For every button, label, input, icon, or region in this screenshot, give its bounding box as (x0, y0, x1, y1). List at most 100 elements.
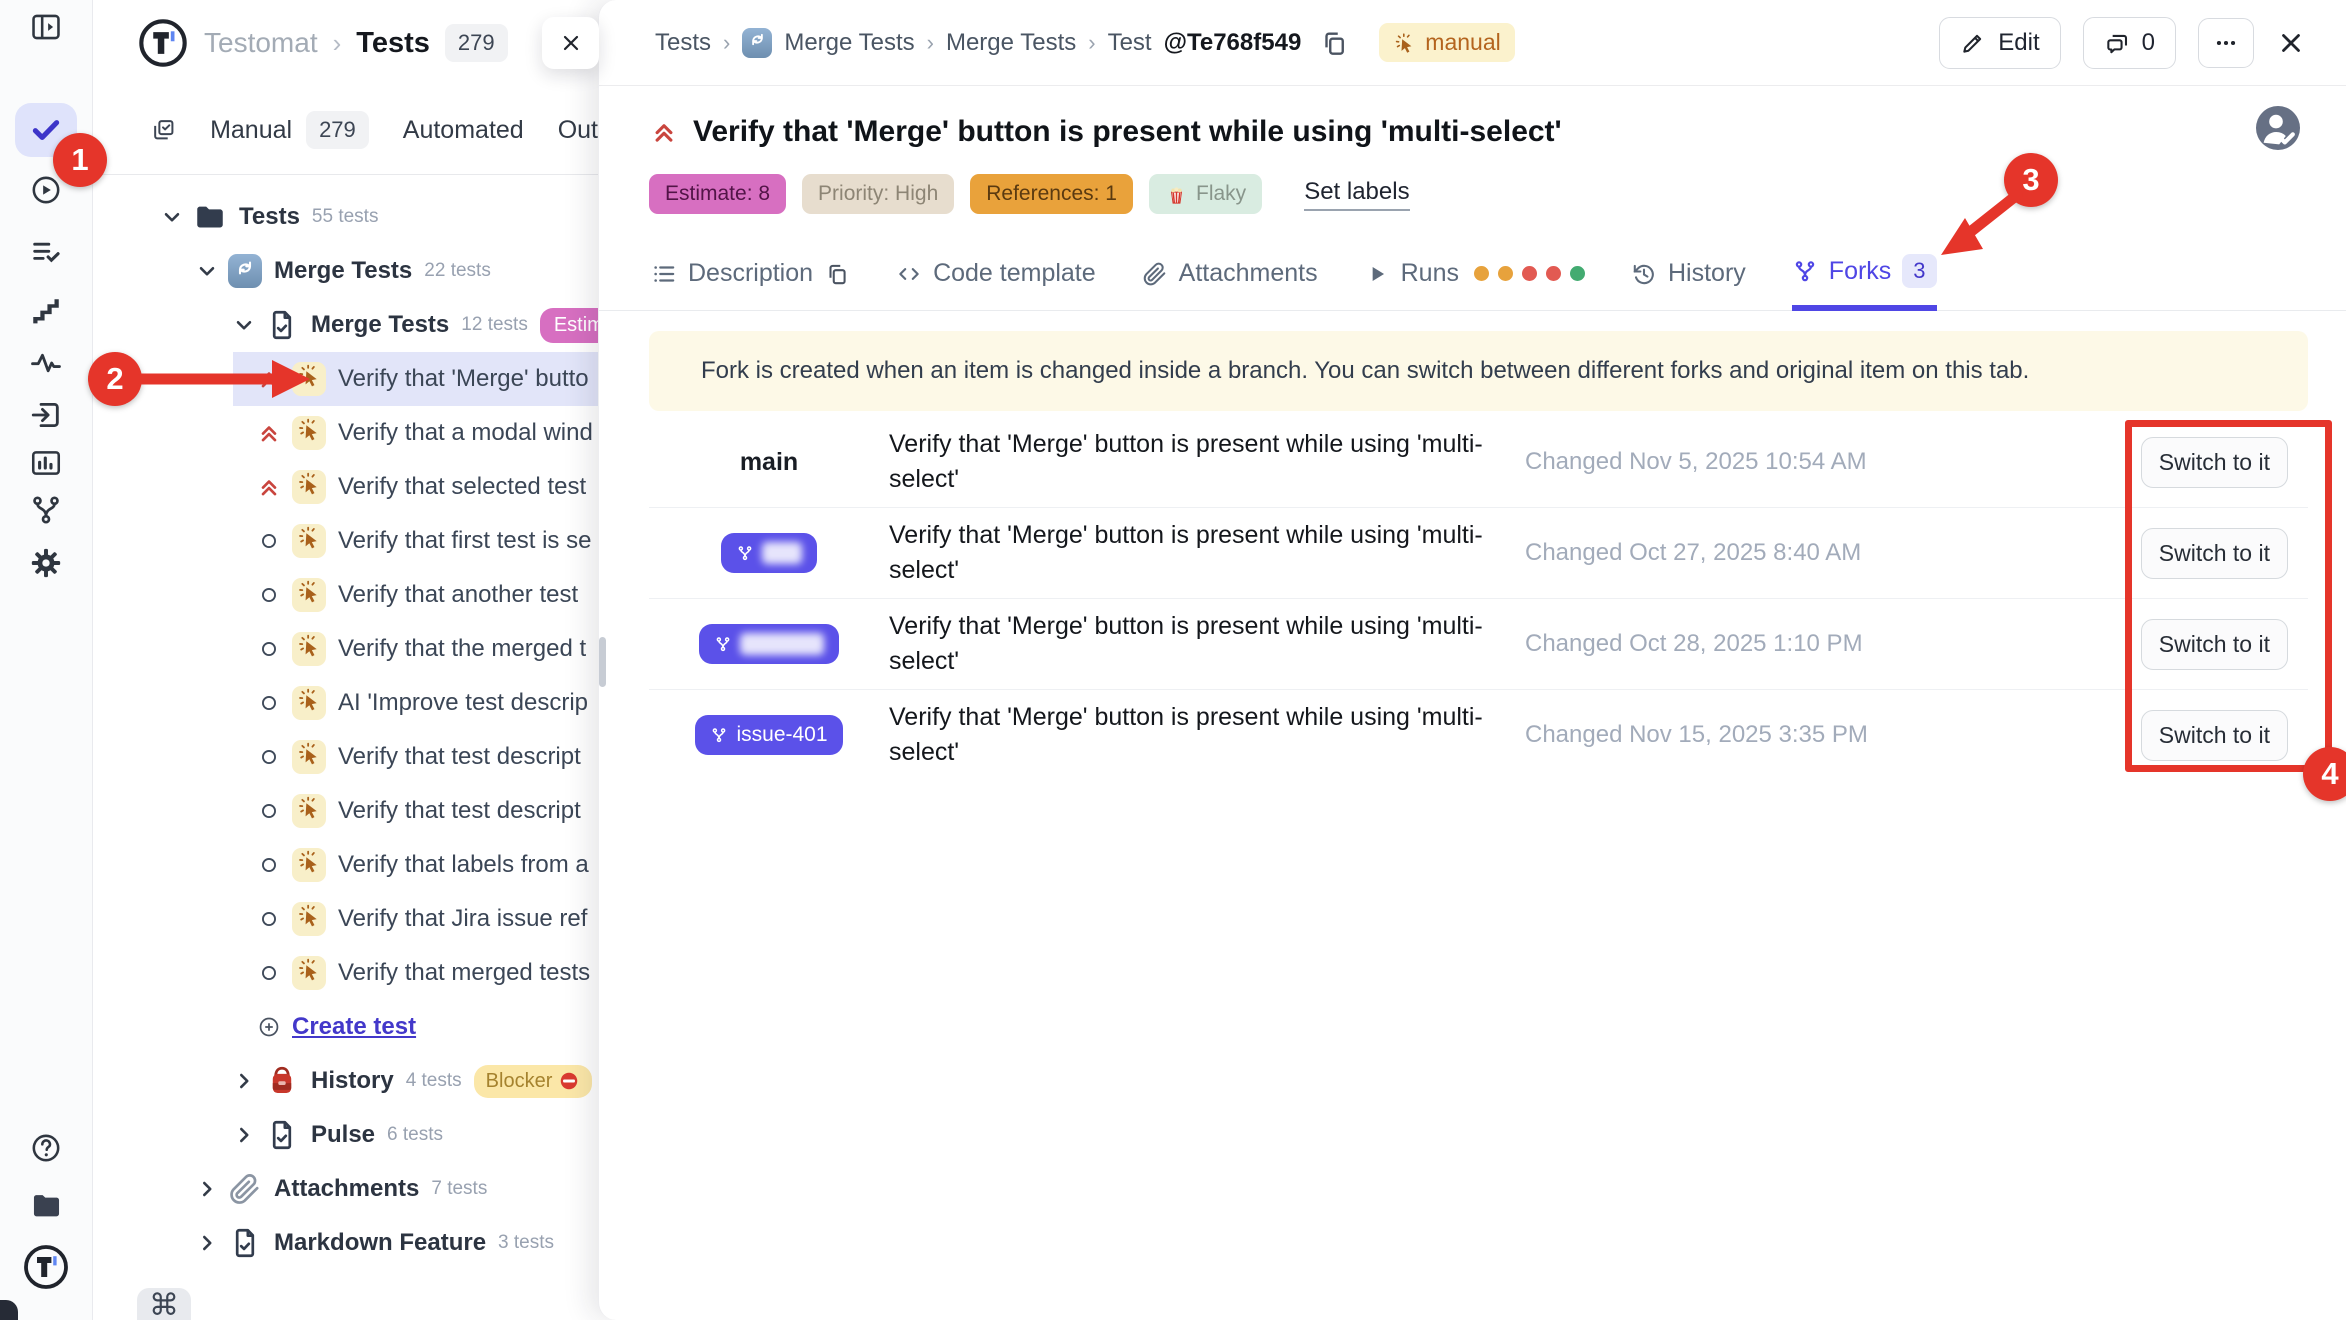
labels-row: Estimate: 8 Priority: High References: 1… (649, 174, 2346, 214)
sidebar-toggle-icon[interactable] (29, 10, 63, 44)
breadcrumb-suite[interactable]: Merge Tests (784, 29, 914, 57)
redacted-branch-name (740, 633, 824, 655)
tree-item-pulse[interactable]: Pulse 6 tests (93, 1108, 598, 1162)
command-shortcut-button[interactable]: ⌘ (137, 1288, 191, 1320)
comments-button[interactable]: 0 (2083, 17, 2176, 69)
annotation-rectangle-4 (2125, 420, 2332, 772)
manual-test-icon (292, 416, 326, 450)
icon-rail (0, 0, 93, 1320)
settings-icon[interactable] (29, 546, 63, 580)
tab-description-label: Description (688, 259, 813, 288)
copy-id-icon[interactable] (1319, 28, 1349, 58)
tab-history[interactable]: History (1631, 259, 1746, 311)
tab-description[interactable]: Description (651, 259, 850, 311)
tree-item-merge-tests[interactable]: Merge Tests 22 tests (93, 244, 598, 298)
projects-icon[interactable] (29, 1188, 63, 1222)
test-plans-icon[interactable] (29, 235, 63, 269)
manual-test-icon (292, 956, 326, 990)
merge-suite-icon (742, 28, 772, 58)
tab-forks-active[interactable]: Forks 3 (1792, 254, 1937, 311)
tree-item-test[interactable]: Verify that another test (93, 568, 598, 622)
tree-item-merge-tests-sub[interactable]: Merge Tests 12 tests Estima (93, 298, 598, 352)
help-icon[interactable] (29, 1131, 63, 1165)
test-detail-panel: Tests › Merge Tests › Merge Tests › Test… (598, 0, 2346, 1320)
tab-outdated[interactable]: Out (558, 116, 598, 145)
tree-item-test[interactable]: Verify that a modal wind (93, 406, 598, 460)
tree-item-test[interactable]: Verify that first test is se (93, 514, 598, 568)
runs-icon[interactable] (29, 173, 63, 207)
tab-attachments[interactable]: Attachments (1142, 259, 1318, 311)
fork-test-name: Verify that 'Merge' button is present wh… (889, 518, 1509, 588)
tab-automated[interactable]: Automated (403, 116, 524, 145)
tree-item-label: Verify that a modal wind (338, 419, 593, 447)
tree-item-test[interactable]: Verify that the merged t (93, 622, 598, 676)
tab-runs[interactable]: Runs (1364, 259, 1585, 311)
history-clock-icon (1631, 261, 1657, 287)
forks-info-banner: Fork is created when an item is changed … (649, 331, 2308, 411)
project-name[interactable]: Testomat (204, 27, 318, 59)
priority-normal-icon (256, 582, 282, 608)
breadcrumb-root[interactable]: Tests (655, 29, 711, 57)
tree-item-history[interactable]: History 4 tests Blocker (93, 1054, 598, 1108)
collapse-tree-button[interactable] (542, 17, 599, 69)
import-icon[interactable] (29, 398, 63, 432)
chevron-down-icon[interactable] (159, 204, 185, 230)
chevron-right-icon[interactable] (231, 1122, 257, 1148)
tree-item-test[interactable]: Verify that labels from a (93, 838, 598, 892)
chevron-right-icon[interactable] (194, 1176, 220, 1202)
tree-item-attachments[interactable]: Attachments 7 tests (93, 1162, 598, 1216)
tests-tree: Tests 55 tests Merge Tests 22 tests Merg… (93, 175, 598, 1270)
pulse-icon[interactable] (29, 346, 63, 380)
manual-test-icon (292, 740, 326, 774)
tree-item-test[interactable]: AI 'Improve test descrip (93, 676, 598, 730)
edit-button-label: Edit (1998, 29, 2039, 57)
tree-item-test[interactable]: Verify that Jira issue ref (93, 892, 598, 946)
tab-code-template[interactable]: Code template (896, 259, 1096, 311)
references-chip[interactable]: References: 1 (970, 174, 1133, 214)
close-icon[interactable] (2276, 28, 2306, 58)
priority-high-icon (649, 117, 679, 147)
tree-item-test[interactable]: Verify that selected test (93, 460, 598, 514)
paperclip-icon (1142, 261, 1168, 287)
tree-item-test[interactable]: Verify that test descript (93, 730, 598, 784)
tab-manual[interactable]: Manual 279 (210, 111, 369, 149)
priority-chip[interactable]: Priority: High (802, 174, 954, 214)
ellipsis-icon (2213, 30, 2239, 56)
tree-item-count: 4 tests (406, 1070, 462, 1092)
chevron-down-icon[interactable] (231, 312, 257, 338)
breadcrumb-subsuite[interactable]: Merge Tests (946, 29, 1076, 57)
tree-item-test[interactable]: Verify that test descript (93, 784, 598, 838)
chevron-right-icon[interactable] (231, 1068, 257, 1094)
edit-button[interactable]: Edit (1939, 17, 2060, 69)
steps-icon[interactable] (29, 295, 63, 329)
tree-item-test[interactable]: Verify that merged tests (93, 946, 598, 1000)
estimate-chip[interactable]: Estimate: 8 (649, 174, 786, 214)
tab-manual-count: 279 (306, 111, 369, 149)
chevron-down-icon[interactable] (194, 258, 220, 284)
priority-normal-icon (256, 636, 282, 662)
annotation-badge-1: 1 (53, 133, 107, 187)
tree-item-label: Verify that merged tests (338, 959, 590, 987)
document-check-icon (265, 1118, 299, 1152)
testomat-logo-icon[interactable] (22, 1243, 70, 1291)
copy-icon[interactable] (824, 261, 850, 287)
more-actions-button[interactable] (2198, 18, 2254, 68)
analytics-icon[interactable] (29, 446, 63, 480)
tree-scrollbar-thumb[interactable] (599, 637, 606, 687)
header-actions: Edit 0 (1939, 17, 2306, 69)
detail-header: Tests › Merge Tests › Merge Tests › Test… (599, 0, 2346, 86)
tree-item-markdown-feature[interactable]: Markdown Feature 3 tests (93, 1216, 598, 1270)
tree-item-tests[interactable]: Tests 55 tests (93, 190, 598, 244)
chevron-right-icon[interactable] (194, 1230, 220, 1256)
flaky-chip[interactable]: Flaky (1149, 174, 1262, 214)
create-test-link[interactable]: Create test (93, 1000, 598, 1054)
set-labels-link[interactable]: Set labels (1304, 178, 1409, 211)
project-logo-icon[interactable] (137, 17, 189, 69)
tree-item-label: Verify that the merged t (338, 635, 586, 663)
assignee-avatar[interactable] (2254, 104, 2302, 152)
redacted-branch-name (762, 542, 802, 564)
changed-timestamp: Changed Nov 15, 2025 3:35 PM (1509, 721, 2118, 749)
branches-icon[interactable] (29, 493, 63, 527)
priority-high-icon (256, 474, 282, 500)
tree-item-count: 22 tests (424, 260, 491, 282)
